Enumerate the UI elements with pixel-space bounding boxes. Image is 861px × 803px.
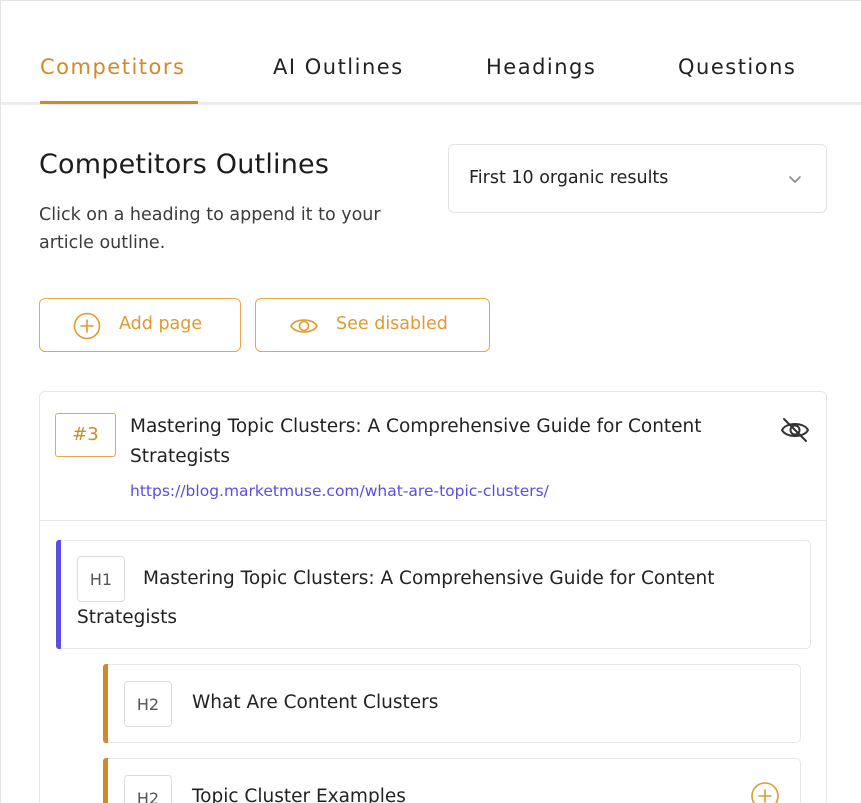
chevron-down-icon: [789, 176, 801, 183]
add-heading-plus-icon[interactable]: [750, 781, 780, 803]
tab-questions[interactable]: Questions: [678, 55, 796, 79]
tab-headings[interactable]: Headings: [486, 55, 596, 79]
heading-text: What Are Content Clusters: [192, 692, 439, 713]
tab-bar: Competitors AI Outlines Headings Questio…: [1, 1, 861, 105]
eye-off-icon[interactable]: [779, 416, 811, 444]
plus-circle-icon: [73, 312, 101, 340]
tab-ai-outlines[interactable]: AI Outlines: [273, 55, 404, 79]
h2-level-marker: [103, 758, 108, 803]
heading-level-badge: H2: [124, 775, 172, 803]
eye-icon: [290, 319, 318, 333]
page-description: Click on a heading to append it to your …: [39, 205, 381, 253]
heading-text: Topic Cluster Examples: [192, 786, 406, 803]
competitors-panel: Competitors AI Outlines Headings Questio…: [0, 0, 861, 803]
competitor-url-link[interactable]: https://blog.marketmuse.com/what-are-top…: [130, 482, 549, 500]
heading-row-h2[interactable]: H2 Topic Cluster Examples: [103, 758, 801, 803]
see-disabled-label: See disabled: [336, 314, 448, 334]
rank-badge: #3: [55, 413, 116, 457]
h2-level-marker: [103, 664, 108, 743]
results-select[interactable]: First 10 organic results: [448, 144, 827, 213]
heading-row-h1[interactable]: H1 Mastering Topic Clusters: A Comprehen…: [56, 540, 811, 649]
h1-level-marker: [56, 540, 61, 649]
competitor-card-header: #3 Mastering Topic Clusters: A Comprehen…: [40, 392, 826, 521]
tab-competitors[interactable]: Competitors: [40, 55, 185, 79]
heading-level-badge: H2: [124, 681, 172, 727]
heading-row-h2[interactable]: H2 What Are Content Clusters: [103, 664, 801, 743]
competitor-card: #3 Mastering Topic Clusters: A Comprehen…: [39, 391, 827, 803]
add-page-label: Add page: [119, 314, 203, 334]
competitor-title: Mastering Topic Clusters: A Comprehensiv…: [130, 416, 702, 467]
results-select-value: First 10 organic results: [469, 168, 669, 188]
active-tab-indicator: [40, 101, 198, 104]
add-page-button[interactable]: Add page: [39, 298, 241, 352]
see-disabled-button[interactable]: See disabled: [255, 298, 490, 352]
page-title: Competitors Outlines: [39, 149, 330, 180]
heading-text: Mastering Topic Clusters: A Comprehensiv…: [77, 568, 715, 628]
